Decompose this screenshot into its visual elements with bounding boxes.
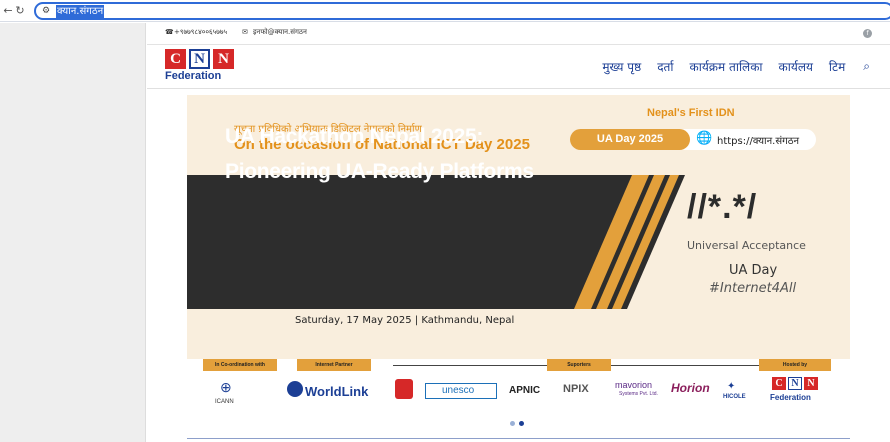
- hicole-icon: ✦: [727, 381, 736, 392]
- idn-url: https://क्यान.संगठन: [717, 136, 800, 147]
- ua-day-label: UA Day 2025: [570, 129, 690, 150]
- ua-symbol: //*.*/: [687, 188, 758, 226]
- carousel-dots: [510, 411, 528, 430]
- ua-day-pill: UA Day 2025 🌐 https://क्यान.संगठन: [570, 129, 816, 150]
- mavorion-sub: Systems Pvt. Ltd.: [619, 391, 658, 397]
- headline-line-1: UA Hackathon Nepal 2025:: [225, 125, 484, 148]
- logo-letter-c: C: [165, 49, 186, 69]
- carousel-dot-2[interactable]: [519, 421, 524, 426]
- site-info-icon[interactable]: ⚙: [42, 6, 50, 16]
- browser-toolbar: ← ↻ ⚙ क्यान.संगठन: [0, 0, 890, 22]
- search-icon[interactable]: ⌕: [863, 59, 870, 74]
- internet-partner-label: Internet Partner: [297, 359, 371, 371]
- contact-bar: ☎ +९७७९८४००६५७७५ ✉ इनफो@क्यान.संगठन f: [147, 23, 890, 45]
- supporters-rule-right: [611, 365, 761, 366]
- icann-logo: ICANN: [215, 399, 234, 405]
- mail-icon: ✉: [242, 28, 248, 36]
- logo-letter-n2: N: [213, 49, 234, 69]
- hashtag: #Internet4All: [709, 281, 797, 296]
- supporters-label: Suporters: [547, 359, 611, 371]
- mavorion-logo: mavorion: [615, 380, 653, 390]
- section-divider: [187, 438, 850, 439]
- left-blank-pane: [0, 23, 146, 442]
- menu-item-home[interactable]: मुख्य पृष्ठ: [602, 58, 641, 75]
- nepal-emblem: [395, 379, 413, 399]
- host-logo-c: C: [772, 377, 786, 390]
- npix-logo: NPIX: [563, 383, 589, 395]
- globe-icon: 🌐: [696, 131, 713, 146]
- host-logo: C N N: [772, 377, 818, 390]
- carousel-dot-1[interactable]: [510, 421, 515, 426]
- address-bar[interactable]: ⚙ क्यान.संगठन: [34, 2, 890, 20]
- worldlink-icon: [287, 381, 303, 397]
- facebook-icon[interactable]: f: [863, 29, 872, 38]
- hero-banner: सूचना प्रविधिको अभियानः डिजिटल नेपालको न…: [187, 95, 850, 385]
- headline-line-2: Pioneering UA-Ready Platforms: [225, 160, 534, 183]
- site-header: C N N Federation मुख्य पृष्ठ दर्ता कार्य…: [147, 46, 890, 89]
- website: ☎ +९७७९८४००६५७७५ ✉ इनफो@क्यान.संगठन f C …: [147, 23, 890, 442]
- horion-logo: Horion: [671, 381, 710, 395]
- hicole-logo: HICOLE: [723, 394, 746, 400]
- logo-subtitle: Federation: [165, 70, 222, 82]
- globe-icon: ⊕: [220, 379, 232, 395]
- apnic-logo: APNIC: [509, 385, 541, 396]
- menu-item-office[interactable]: कार्यलय: [779, 58, 813, 75]
- ua-day-text: UA Day: [729, 263, 778, 278]
- address-bar-url[interactable]: क्यान.संगठन: [56, 5, 105, 18]
- worldlink-logo: WorldLink: [305, 384, 369, 399]
- logo-letter-n: N: [189, 49, 210, 69]
- hosted-label: Hosted by: [759, 359, 831, 371]
- unesco-logo: unesco: [425, 383, 497, 399]
- host-logo-n: N: [788, 377, 802, 390]
- coord-label: In Co-ordination with: [203, 359, 277, 371]
- event-date: Saturday, 17 May 2025 | Kathmandu, Nepal: [295, 315, 515, 326]
- menu-item-team[interactable]: टिम: [829, 58, 845, 75]
- site-logo[interactable]: C N N Federation: [165, 49, 235, 85]
- menu-item-schedule[interactable]: कार्यक्रम तालिका: [690, 58, 763, 75]
- host-logo-n2: N: [804, 377, 818, 390]
- reload-icon[interactable]: ↻: [12, 3, 28, 19]
- email-address[interactable]: इनफो@क्यान.संगठन: [253, 28, 307, 37]
- phone-number[interactable]: +९७७९८४००६५७७५: [174, 28, 227, 37]
- phone-icon: ☎: [165, 28, 174, 36]
- menu-item-registration[interactable]: दर्ता: [657, 58, 673, 75]
- host-logo-subtitle: Federation: [770, 393, 811, 402]
- banner-first-idn: Nepal's First IDN: [647, 107, 735, 119]
- partners-strip: In Co-ordination with Internet Partner S…: [187, 359, 850, 419]
- ua-text: Universal Acceptance: [687, 239, 806, 252]
- supporters-rule-left: [393, 365, 553, 366]
- main-menu: मुख्य पृष्ठ दर्ता कार्यक्रम तालिका कार्य…: [586, 58, 870, 75]
